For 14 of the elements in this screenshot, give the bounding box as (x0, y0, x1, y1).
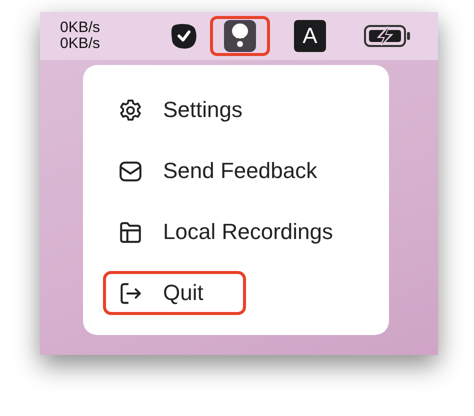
battery-charging-icon[interactable] (363, 24, 411, 48)
menu-item[interactable]: Send Feedback (103, 142, 360, 200)
input-source-icon[interactable]: A (294, 20, 326, 52)
app-icon[interactable] (224, 20, 256, 52)
network-speed: 0KB/s (60, 36, 102, 52)
folder-icon (118, 220, 143, 244)
menu-item[interactable]: Settings (103, 81, 286, 139)
envelope-icon (118, 158, 143, 184)
menu-item[interactable]: Quit (103, 271, 246, 315)
network-speed: 0KB/s (60, 20, 102, 36)
check-icon[interactable] (169, 21, 199, 51)
exit-icon (118, 280, 143, 306)
menu-item[interactable]: Local Recordings (103, 203, 376, 261)
settings-icon (118, 98, 143, 122)
